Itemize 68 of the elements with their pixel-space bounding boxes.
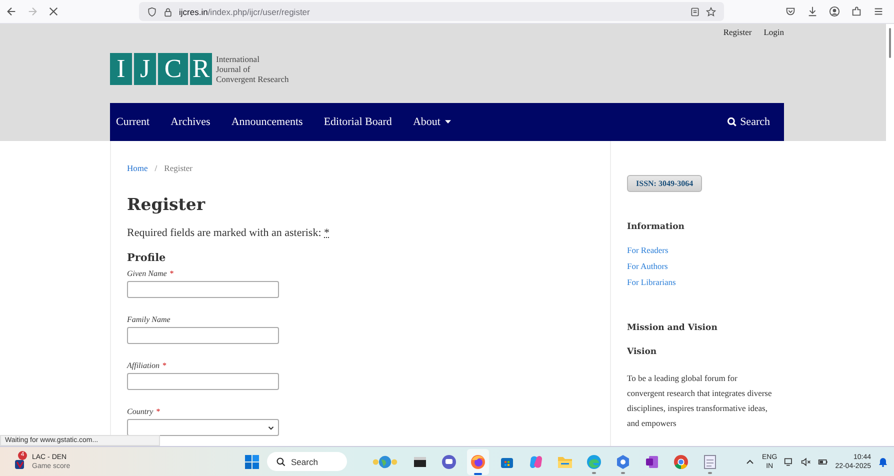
- shield-icon: [147, 6, 157, 16]
- url-path: /index.php/ijcr/user/register: [208, 6, 310, 16]
- search-icon: [727, 117, 738, 127]
- nav-link[interactable]: Editorial Board: [324, 116, 392, 128]
- breadcrumb-link[interactable]: Home: [127, 163, 148, 173]
- required-note: Required fields are marked with an asterisk:: [127, 227, 322, 239]
- globe-icon[interactable]: [371, 454, 399, 470]
- field-label: Given Name: [127, 269, 167, 278]
- asterisk-mark: *: [324, 227, 330, 239]
- nav-link[interactable]: About: [412, 116, 452, 128]
- taskbar-search[interactable]: Search: [267, 452, 347, 471]
- breadcrumb-separator: /: [154, 163, 158, 173]
- close-icon[interactable]: [48, 6, 59, 17]
- required-mark: *: [162, 361, 166, 370]
- nav-link[interactable]: Current: [116, 116, 150, 128]
- nav-link[interactable]: Archives: [170, 116, 210, 128]
- lock-icon: [163, 6, 173, 16]
- back-icon[interactable]: [6, 6, 17, 17]
- chat-icon[interactable]: [441, 454, 457, 470]
- ring-icon[interactable]: [673, 454, 689, 470]
- extensions-icon[interactable]: [851, 6, 862, 17]
- download-icon[interactable]: [807, 6, 818, 17]
- nav-link[interactable]: Announcements: [231, 116, 303, 128]
- sidebar-link[interactable]: For Authors: [627, 261, 777, 271]
- sidebar-subheading: Vision: [627, 347, 658, 357]
- star-icon[interactable]: [706, 6, 716, 16]
- vision-text: To be a leading global forum for convergent research that integrates diverse disciplines, inspires transformative ideas, and empowers: [627, 372, 773, 430]
- search-link[interactable]: Search: [727, 116, 770, 128]
- search-icon: [276, 456, 286, 466]
- reader-view-icon[interactable]: [690, 6, 700, 16]
- user-link[interactable]: Login: [764, 27, 784, 45]
- mute-icon[interactable]: [801, 456, 812, 466]
- breadcrumb-current: Register: [164, 163, 192, 173]
- chevron-icon: [268, 426, 274, 430]
- caret-icon: [445, 120, 452, 124]
- issn-badge: ISSN: 3049-3064: [627, 175, 702, 192]
- hexagon-icon[interactable]: [615, 454, 631, 470]
- account-icon[interactable]: [829, 6, 840, 17]
- address-bar[interactable]: ijcres.in/index.php/ijcr/user/register: [139, 2, 724, 21]
- required-mark: *: [156, 407, 160, 416]
- user-link[interactable]: Register: [723, 27, 752, 45]
- network-icon[interactable]: [784, 456, 794, 466]
- sidebar-heading: Information: [627, 222, 686, 232]
- field-label: Affiliation: [127, 361, 160, 370]
- notebook-icon[interactable]: [644, 454, 660, 470]
- field-label: Family Name: [127, 315, 170, 324]
- pocket-icon[interactable]: [785, 6, 796, 17]
- required-mark: *: [170, 269, 174, 278]
- swirl-icon[interactable]: [528, 454, 544, 470]
- input-field[interactable]: [127, 327, 279, 344]
- input-field[interactable]: [127, 373, 279, 390]
- page-title: Register: [127, 195, 206, 214]
- input-field[interactable]: [127, 281, 279, 298]
- scrollbar-thumb[interactable]: [889, 28, 891, 58]
- battery-icon[interactable]: [818, 456, 828, 466]
- select-field[interactable]: [127, 419, 279, 436]
- url-host: ijcres.in: [179, 6, 208, 16]
- menu-icon[interactable]: [873, 6, 884, 17]
- wave-icon[interactable]: [586, 454, 602, 470]
- browser-icon[interactable]: [470, 454, 486, 470]
- document-icon[interactable]: [702, 454, 718, 470]
- bell-icon[interactable]: [878, 456, 888, 466]
- sidebar-link[interactable]: For Readers: [627, 245, 777, 255]
- sidebar-link[interactable]: For Librarians: [627, 277, 777, 287]
- field-label: Country: [127, 407, 154, 416]
- section-title: Profile: [127, 252, 167, 264]
- sidebar-heading: Mission and Vision: [627, 323, 718, 333]
- windows-start-icon[interactable]: [244, 454, 260, 470]
